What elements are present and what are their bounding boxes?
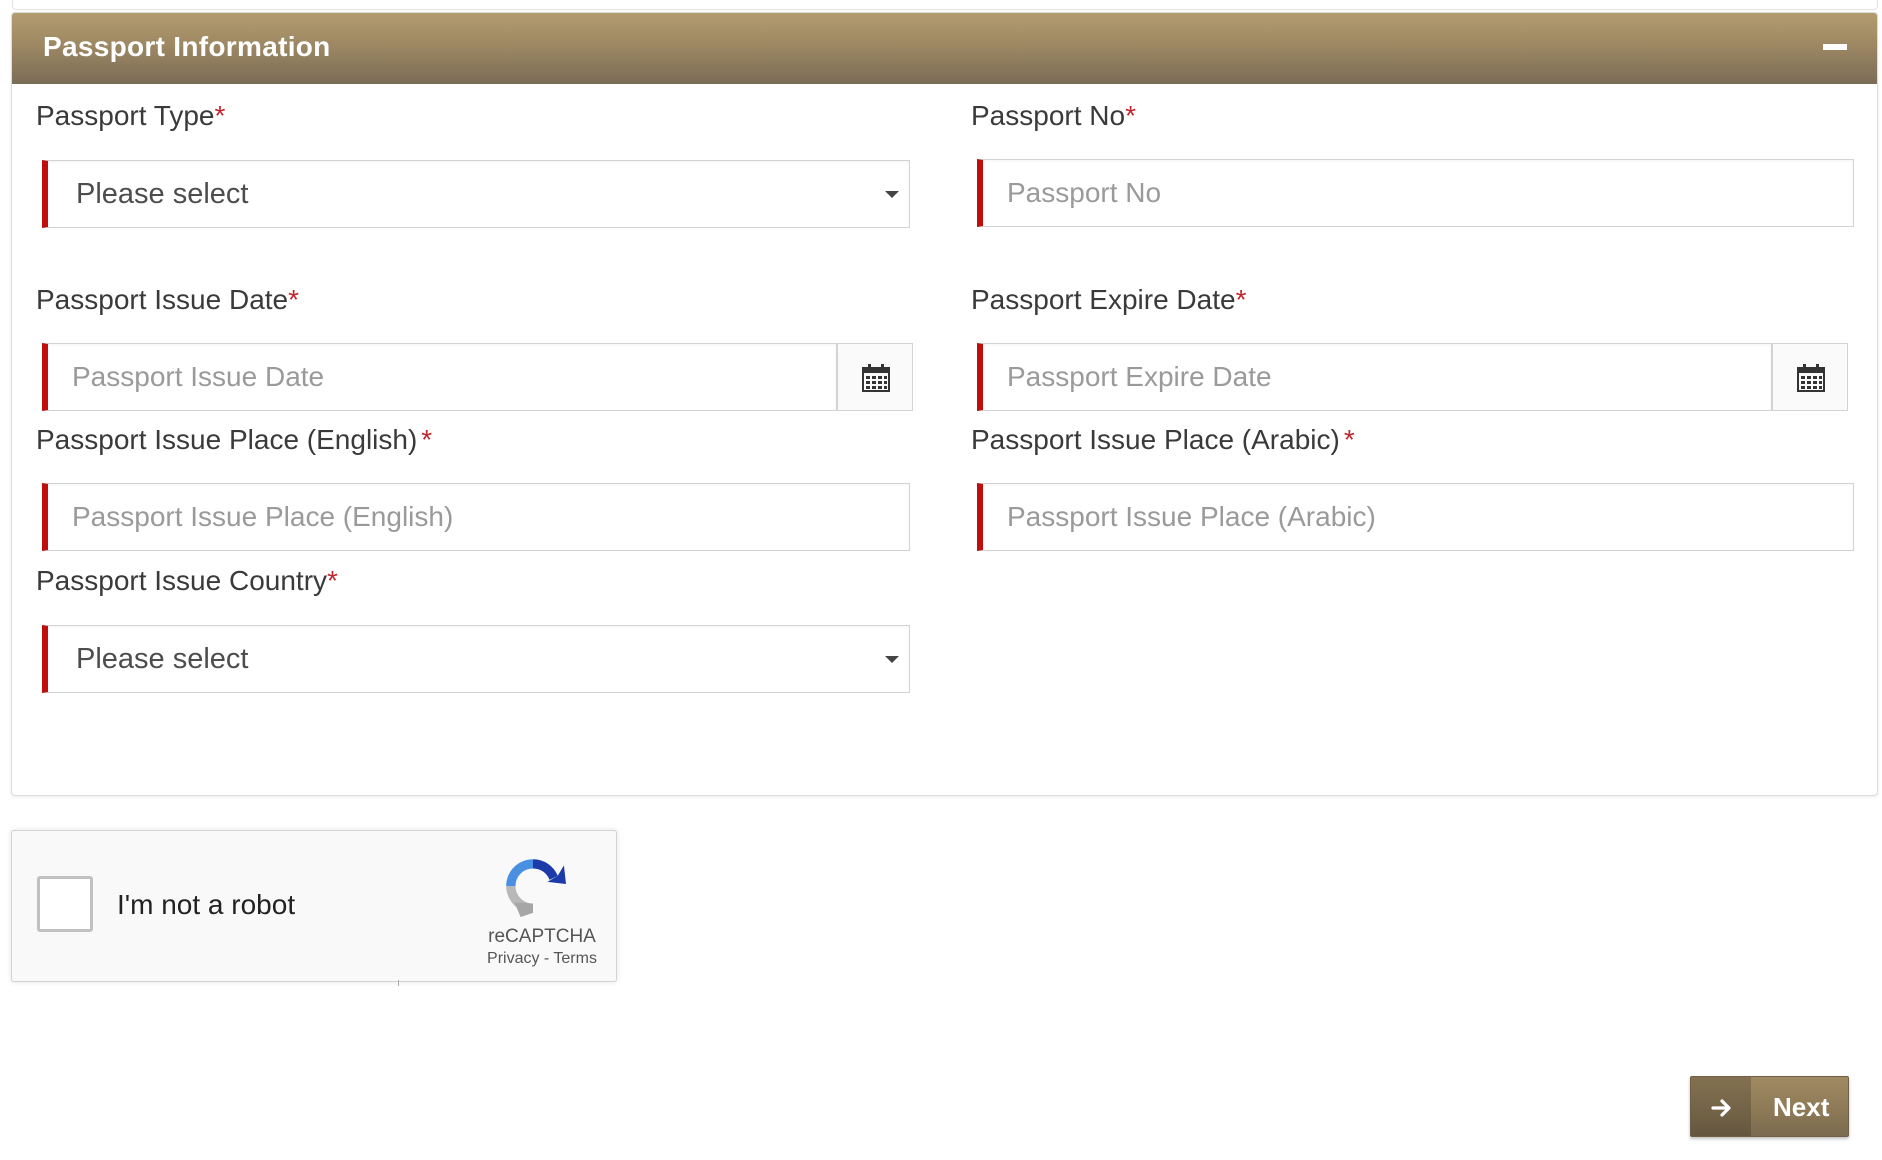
terms-link[interactable]: Terms (553, 950, 597, 967)
required-mark: * (327, 565, 338, 596)
passport-type-label-text: Passport Type (36, 100, 215, 131)
issue-date-label-text: Passport Issue Date (36, 284, 289, 315)
issue-country-selected-value: Please select (76, 643, 249, 675)
passport-type-selected-value: Please select (76, 178, 249, 210)
next-button-label: Next (1773, 1092, 1830, 1122)
expire-date-label-text: Passport Expire Date (971, 284, 1236, 315)
expire-date-input[interactable] (983, 344, 1771, 410)
required-mark: * (1125, 100, 1136, 131)
expire-date-label: Passport Expire Date* (971, 284, 1246, 316)
issue-date-field (42, 343, 837, 411)
recaptcha-widget: I'm not a robot reCAPTCHA Privacy - Term… (11, 830, 617, 982)
required-mark: * (1343, 424, 1355, 455)
issue-place-ar-label: Passport Issue Place (Arabic) * (971, 424, 1355, 456)
issue-place-en-input[interactable] (48, 484, 909, 550)
passport-type-select[interactable]: Please select (42, 160, 910, 228)
next-icon-box (1691, 1077, 1751, 1136)
issue-date-label: Passport Issue Date* (36, 284, 299, 316)
expire-date-field (977, 343, 1772, 411)
panel-header: Passport Information (12, 13, 1877, 84)
issue-date-calendar-button[interactable] (837, 343, 913, 411)
recaptcha-logo-icon (506, 859, 566, 917)
issue-place-ar-label-text: Passport Issue Place (Arabic) (971, 424, 1340, 455)
calendar-icon (1797, 364, 1825, 392)
link-separator: - (539, 950, 554, 967)
collapse-icon[interactable] (1823, 44, 1847, 50)
issue-country-select[interactable]: Please select (42, 625, 910, 693)
next-button[interactable]: Next (1690, 1076, 1849, 1137)
passport-no-input[interactable] (983, 160, 1853, 226)
required-mark: * (288, 284, 300, 315)
issue-date-input[interactable] (48, 344, 836, 410)
issue-place-en-label: Passport Issue Place (English) * (36, 424, 432, 456)
recaptcha-checkbox[interactable] (37, 876, 93, 932)
issue-country-label-text: Passport Issue Country (36, 565, 328, 596)
required-mark: * (214, 100, 226, 131)
issue-country-label: Passport Issue Country* (36, 565, 338, 597)
arrow-right-icon (1711, 1099, 1731, 1117)
issue-place-ar-input[interactable] (983, 484, 1853, 550)
issue-place-en-field (42, 483, 910, 551)
passport-no-label-text: Passport No (971, 100, 1126, 131)
issue-place-en-label-text: Passport Issue Place (English) (36, 424, 418, 455)
calendar-icon (862, 364, 890, 392)
passport-no-label: Passport No* (971, 100, 1136, 132)
issue-place-ar-field (977, 483, 1854, 551)
passport-information-panel: Passport Information Passport Type* Plea… (11, 12, 1878, 796)
recaptcha-label: I'm not a robot (117, 889, 296, 920)
required-mark: * (1235, 284, 1247, 315)
required-mark: * (421, 424, 433, 455)
expire-date-calendar-button[interactable] (1772, 343, 1848, 411)
panel-title: Passport Information (43, 31, 331, 62)
recaptcha-links: Privacy - Terms (474, 950, 610, 968)
previous-panel-edge (12, 0, 1878, 10)
chevron-down-icon (885, 656, 899, 663)
divider-mark (398, 980, 399, 986)
passport-type-label: Passport Type* (36, 100, 225, 132)
privacy-link[interactable]: Privacy (487, 950, 539, 967)
passport-no-field (977, 159, 1854, 227)
chevron-down-icon (885, 191, 899, 198)
recaptcha-brand: reCAPTCHA (488, 926, 596, 947)
